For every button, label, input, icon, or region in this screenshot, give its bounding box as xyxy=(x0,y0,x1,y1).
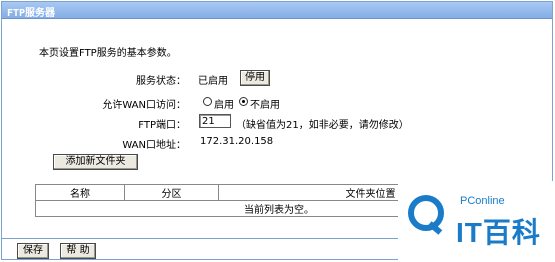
wan-ip-label: WAN口地址： xyxy=(122,140,186,151)
add-folder-button[interactable]: 添加新文件夹 xyxy=(53,154,138,170)
search-logo-icon xyxy=(408,195,444,231)
service-status-value: 已启用 xyxy=(198,76,228,87)
pconline-watermark: PConline IT百科 xyxy=(398,181,555,262)
wan-ip-value: 172.31.20.158 xyxy=(200,136,274,147)
ftp-port-input[interactable] xyxy=(199,114,231,128)
window-titlebar: FTP服务器 xyxy=(2,2,552,19)
help-button[interactable]: 帮 助 xyxy=(60,243,96,259)
wan-access-enable-radio[interactable] xyxy=(203,97,212,106)
wan-access-label: 允许WAN口访问： xyxy=(102,100,186,111)
wan-access-disable-radio[interactable] xyxy=(239,97,248,106)
watermark-logo-text: IT百科 xyxy=(456,217,541,248)
save-button[interactable]: 保存 xyxy=(17,243,49,259)
column-header-partition: 分区 xyxy=(124,184,219,201)
ftp-port-hint: （缺省值为21，如非必要，请勿修改） xyxy=(236,120,409,131)
wan-access-enable-label: 启用 xyxy=(214,100,234,111)
column-header-name: 名称 xyxy=(35,184,125,201)
disable-service-button[interactable]: 停用 xyxy=(240,70,270,86)
window-title: FTP服务器 xyxy=(7,8,56,19)
wan-access-disable-label: 不启用 xyxy=(250,100,280,111)
service-status-label: 服务状态： xyxy=(136,76,186,87)
watermark-brand: PConline xyxy=(460,195,505,207)
ftp-port-label: FTP端口： xyxy=(138,120,186,131)
intro-text: 本页设置FTP服务的基本参数。 xyxy=(39,48,177,59)
